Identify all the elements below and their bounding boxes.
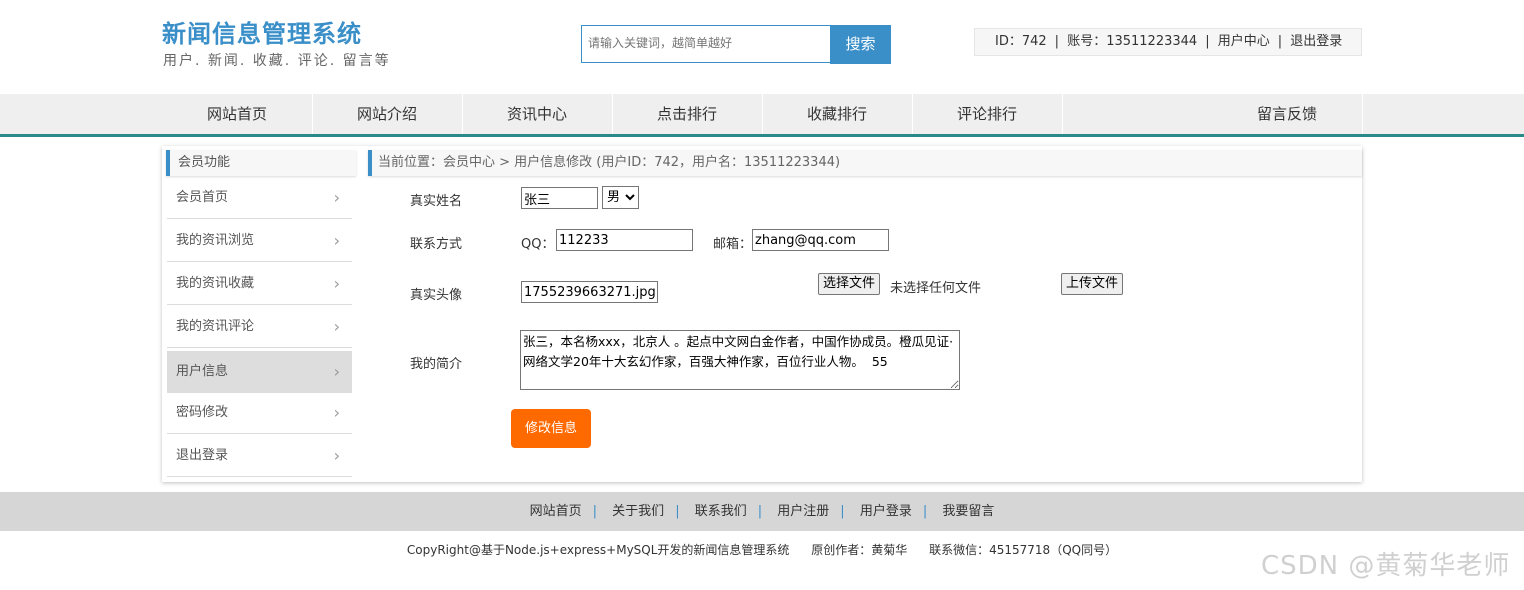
user-bar: ID：742 | 账号：13511223344 | 用户中心 | 退出登录 [974, 28, 1362, 56]
site-title: 新闻信息管理系统 [162, 20, 362, 48]
footer-link-contact[interactable]: 联系我们 [695, 504, 747, 519]
qq-field[interactable] [556, 229, 693, 251]
footer-link-about[interactable]: 关于我们 [612, 504, 664, 519]
search-input[interactable] [582, 26, 834, 60]
chevron-right-icon: › [333, 362, 340, 381]
sidebar-item-label: 我的资讯评论 [176, 319, 255, 334]
sidebar-item-logout[interactable]: 退出登录 › [167, 435, 352, 477]
submit-button[interactable]: 修改信息 [511, 409, 591, 448]
user-id: ID：742 [995, 34, 1047, 49]
sidebar-item-browse[interactable]: 我的资讯浏览 › [167, 220, 352, 262]
qq-label: QQ： [521, 237, 555, 252]
sidebar-item-password[interactable]: 密码修改 › [167, 392, 352, 434]
no-file-text: 未选择任何文件 [890, 281, 982, 296]
copyright-text: CopyRight@基于Node.js+express+MySQL开发的新闻信息… [406, 543, 790, 557]
separator: | [1277, 34, 1283, 49]
separator: | [1205, 34, 1210, 49]
sidebar-item-label: 密码修改 [176, 405, 229, 420]
name-label: 真实姓名 [410, 194, 463, 209]
choose-file-button[interactable]: 选择文件 [818, 273, 881, 295]
chevron-right-icon: › [333, 446, 340, 465]
avatar-label: 真实头像 [410, 288, 463, 303]
sidebar-item-label: 用户信息 [176, 364, 229, 379]
footer-link-login[interactable]: 用户登录 [860, 504, 912, 519]
nav-item-news[interactable]: 资讯中心 [462, 94, 613, 134]
nav-item-home[interactable]: 网站首页 [162, 94, 313, 134]
search-box [581, 25, 834, 63]
nav-item-fav-rank[interactable]: 收藏排行 [762, 94, 913, 134]
chevron-right-icon: › [333, 231, 340, 250]
breadcrumb: 当前位置：会员中心 > 用户信息修改 (用户ID：742，用户名：1351122… [368, 150, 1362, 176]
footer-link-home[interactable]: 网站首页 [530, 504, 582, 519]
watermark: CSDN @黄菊华老师 [1261, 551, 1511, 581]
sidebar-item-user-info[interactable]: 用户信息 › [167, 351, 352, 393]
gender-select[interactable]: 男 [602, 186, 639, 209]
sidebar-item-label: 我的资讯浏览 [176, 233, 255, 248]
sidebar-title: 会员功能 [166, 150, 356, 176]
separator: | [757, 504, 763, 519]
site-subtitle: 用户. 新闻. 收藏. 评论. 留言等 [163, 53, 391, 69]
avatar-field[interactable] [521, 281, 658, 303]
upload-button[interactable]: 上传文件 [1061, 273, 1124, 295]
sidebar-item-label: 我的资讯收藏 [176, 276, 255, 291]
logout-link[interactable]: 退出登录 [1290, 34, 1342, 49]
chevron-right-icon: › [333, 188, 340, 207]
footer-link-register[interactable]: 用户注册 [777, 504, 829, 519]
main-nav: 网站首页 网站介绍 资讯中心 点击排行 收藏排行 评论排行 留言反馈 [0, 94, 1524, 137]
email-field[interactable] [752, 229, 889, 251]
name-field[interactable] [521, 187, 598, 209]
sidebar-item-comments[interactable]: 我的资讯评论 › [167, 306, 352, 348]
nav-item-comment-rank[interactable]: 评论排行 [912, 94, 1063, 134]
chevron-right-icon: › [333, 403, 340, 422]
sidebar-item-label: 退出登录 [176, 448, 229, 463]
nav-item-about[interactable]: 网站介绍 [312, 94, 463, 134]
author-text: 原创作者：黄菊华 [811, 543, 908, 557]
sidebar-item-member-home[interactable]: 会员首页 › [167, 177, 352, 219]
contact-text: 联系微信：45157718（QQ同号） [929, 543, 1118, 557]
email-label: 邮箱： [713, 237, 753, 252]
bio-textarea[interactable]: 张三，本名杨xxx，北京人 。起点中文网白金作者，中国作协成员。橙瓜见证·网络文… [520, 330, 960, 390]
footer-link-message[interactable]: 我要留言 [942, 504, 994, 519]
contact-label: 联系方式 [410, 237, 463, 252]
nav-item-click-rank[interactable]: 点击排行 [612, 94, 763, 134]
chevron-right-icon: › [333, 274, 340, 293]
sidebar-item-favorites[interactable]: 我的资讯收藏 › [167, 263, 352, 305]
chevron-right-icon: › [333, 317, 340, 336]
user-account: 账号：13511223344 [1067, 34, 1198, 49]
separator: | [1054, 34, 1060, 49]
separator: | [840, 504, 845, 519]
search-button[interactable]: 搜索 [830, 25, 891, 64]
footer-links: 网站首页 | 关于我们 | 联系我们 | 用户注册 | 用户登录 | 我要留言 [0, 492, 1524, 531]
separator: | [675, 504, 680, 519]
user-center-link[interactable]: 用户中心 [1218, 34, 1270, 49]
nav-item-feedback[interactable]: 留言反馈 [1212, 94, 1363, 134]
sidebar-item-label: 会员首页 [176, 190, 229, 205]
separator: | [922, 504, 928, 519]
separator: | [592, 504, 598, 519]
bio-label: 我的简介 [410, 357, 463, 372]
